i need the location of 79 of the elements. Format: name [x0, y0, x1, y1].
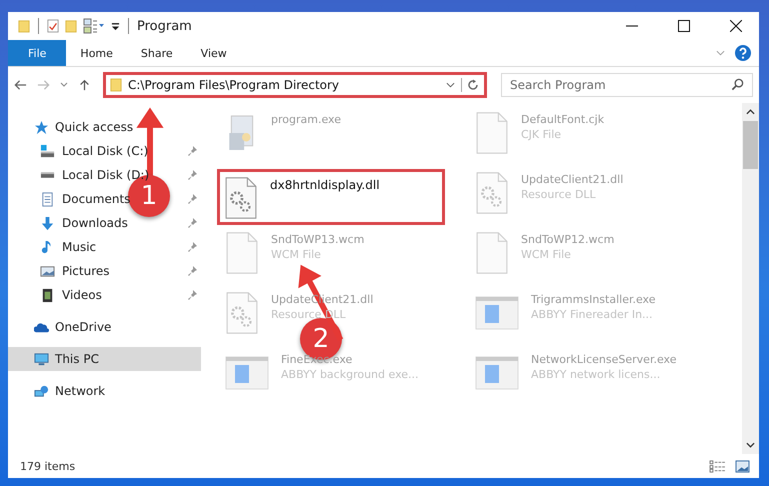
properties-icon[interactable] — [47, 18, 59, 34]
gear-file-icon — [225, 291, 259, 335]
sidebar-item[interactable]: Downloads — [61, 214, 129, 232]
maximize-icon — [678, 20, 690, 32]
file-type: Resource DLL — [521, 188, 597, 201]
drive-icon — [40, 171, 55, 179]
file-name: NetworkLicenseServer.exe — [531, 353, 676, 366]
sidebar-item[interactable]: OneDrive — [8, 315, 201, 339]
scrollbar[interactable] — [742, 103, 759, 454]
sidebar-item[interactable]: Network — [8, 379, 201, 403]
search-icon — [731, 78, 744, 91]
sidebar-item[interactable]: Videos — [61, 286, 103, 304]
ribbon-tab[interactable]: File — [8, 40, 66, 66]
back-arrow-icon[interactable] — [14, 79, 27, 91]
file-name: DefaultFont.cjk — [521, 113, 604, 126]
up-arrow-icon[interactable] — [78, 79, 91, 91]
ribbon-tab[interactable]: Home — [66, 40, 127, 66]
scroll-down-icon[interactable] — [746, 442, 755, 448]
scroll-thumb[interactable] — [743, 121, 758, 169]
close-icon — [730, 20, 742, 32]
forward-arrow-icon[interactable] — [37, 79, 50, 91]
file-name: TrigrammsInstaller.exe — [531, 293, 656, 306]
item-count: 179 items — [20, 460, 76, 472]
new-folder-icon[interactable] — [65, 18, 77, 34]
details-view-icon[interactable] — [709, 460, 726, 472]
film-icon — [40, 288, 55, 302]
gear-file-icon — [475, 171, 509, 215]
recent-dropdown-icon[interactable] — [60, 82, 68, 88]
drive-icon — [40, 144, 55, 158]
network-icon — [34, 384, 49, 398]
minimize-icon — [626, 25, 638, 27]
view-options-icon[interactable] — [83, 18, 105, 34]
computer-icon — [34, 352, 49, 366]
sidebar-item[interactable]: Quick access — [8, 115, 201, 139]
blank-file-icon — [225, 231, 259, 275]
file-type: WCM File — [271, 248, 322, 261]
file-type: WCM File — [521, 248, 572, 261]
pin-icon[interactable] — [187, 194, 197, 204]
expand-ribbon-icon[interactable] — [716, 50, 725, 56]
file-name: UpdateClient21.dll — [521, 173, 624, 186]
pin-icon[interactable] — [187, 290, 197, 300]
sidebar-item[interactable]: Pictures — [61, 262, 111, 280]
customize-toolbar-icon[interactable] — [111, 22, 120, 30]
ribbon-tab[interactable]: Share — [126, 40, 187, 66]
gear-file-icon — [224, 176, 258, 220]
pin-icon[interactable] — [187, 170, 197, 180]
search-field[interactable]: Search Program — [501, 73, 753, 97]
scroll-up-icon[interactable] — [746, 109, 755, 115]
large-icons-view-icon[interactable] — [734, 460, 751, 472]
dropdown-icon[interactable] — [446, 82, 455, 88]
sidebar-item[interactable]: Music — [61, 238, 98, 256]
address-path: C:\Program Files\Program Directory — [128, 78, 340, 92]
blank-file-icon — [475, 231, 509, 275]
document-icon — [40, 192, 55, 206]
download-icon — [40, 216, 55, 230]
file-type: ABBYY background exe... — [281, 368, 419, 381]
star-icon — [34, 120, 49, 134]
ribbon-tab[interactable]: View — [186, 40, 241, 66]
file-name: SndToWP12.wcm — [521, 233, 614, 246]
pin-icon[interactable] — [187, 242, 197, 252]
picture-icon — [40, 264, 55, 278]
file-name: SndToWP13.wcm — [271, 233, 364, 246]
pin-icon[interactable] — [187, 218, 197, 228]
file-type: CJK File — [521, 128, 562, 141]
sidebar-item-selected[interactable]: This PC — [8, 347, 201, 371]
file-name: FineExec.exe — [281, 353, 354, 366]
folder-icon — [110, 77, 122, 93]
file-type: ABBYY Finereader In... — [531, 308, 654, 321]
application-icon — [475, 355, 519, 391]
pin-icon[interactable] — [187, 146, 197, 156]
folder-icon[interactable] — [18, 18, 30, 34]
address-bar[interactable]: C:\Program Files\Program Directory — [103, 72, 487, 98]
file-type: ABBYY network licens... — [531, 368, 662, 381]
application-icon — [475, 295, 519, 331]
pin-icon[interactable] — [187, 266, 197, 276]
window-title: Program — [137, 18, 192, 34]
blank-file-icon — [475, 111, 509, 155]
help-icon[interactable] — [735, 45, 751, 61]
application-icon — [225, 355, 269, 391]
